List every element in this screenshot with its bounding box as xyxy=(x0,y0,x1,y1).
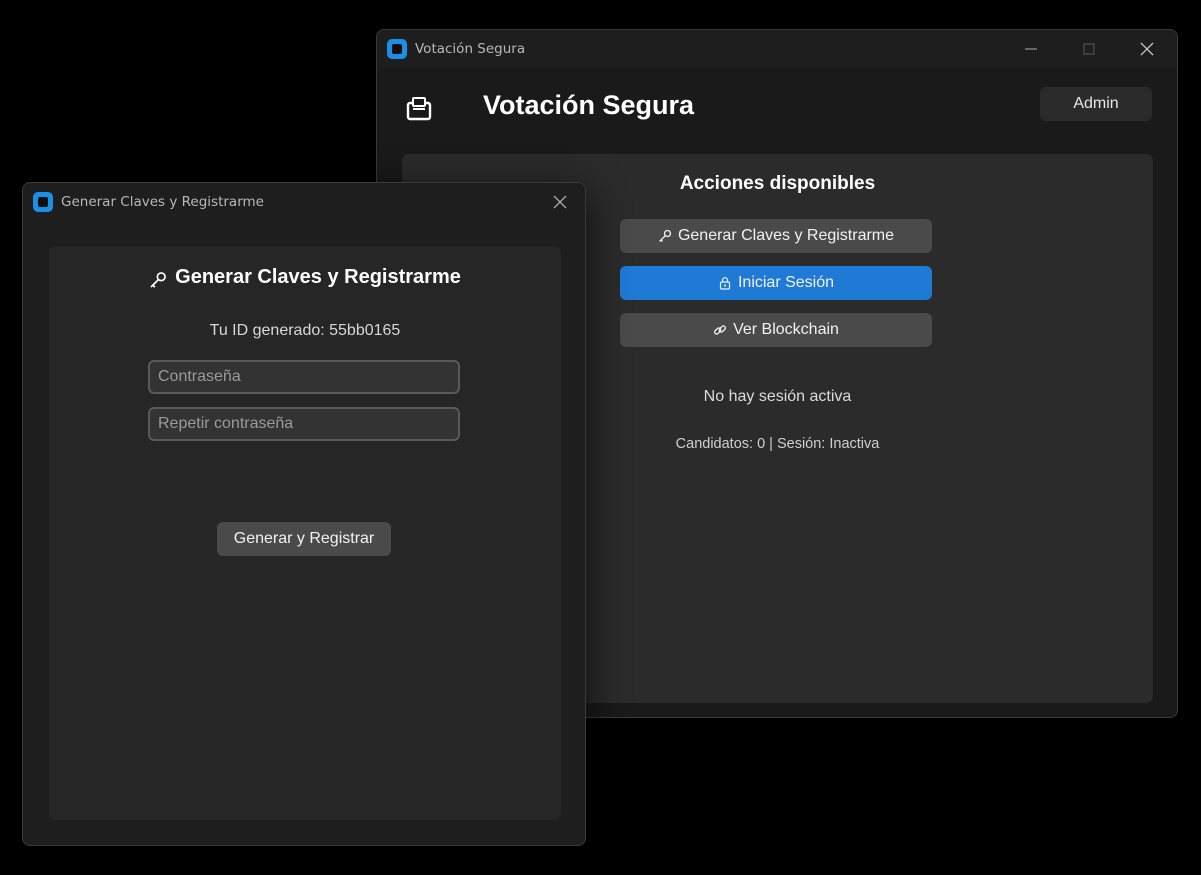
maximize-button[interactable] xyxy=(1060,30,1118,68)
register-dialog: Generar Claves y Registrarme Generar Cla… xyxy=(22,182,586,846)
generate-keys-button[interactable]: Generar Claves y Registrarme xyxy=(620,219,932,253)
app-icon xyxy=(387,39,407,59)
minimize-icon xyxy=(1025,48,1037,50)
header: Votación Segura Admin xyxy=(377,68,1177,150)
dialog-close-button[interactable] xyxy=(535,183,585,221)
key-icon xyxy=(150,272,167,288)
password-field[interactable] xyxy=(148,360,460,394)
maximize-icon xyxy=(1083,43,1095,55)
main-titlebar: Votación Segura xyxy=(377,30,1177,68)
view-blockchain-button[interactable]: Ver Blockchain xyxy=(620,313,932,347)
minimize-button[interactable] xyxy=(1002,30,1060,68)
link-icon xyxy=(714,325,727,335)
login-button[interactable]: Iniciar Sesión xyxy=(620,266,932,300)
dialog-panel: Generar Claves y Registrarme Tu ID gener… xyxy=(49,246,561,820)
view-blockchain-label: Ver Blockchain xyxy=(733,321,839,338)
repeat-password-field[interactable] xyxy=(148,407,460,441)
generated-id: Tu ID generado: 55bb0165 xyxy=(209,322,401,339)
lock-icon xyxy=(719,277,731,290)
admin-button[interactable]: Admin xyxy=(1040,87,1152,121)
generate-keys-label: Generar Claves y Registrarme xyxy=(677,227,895,244)
main-window-title: Votación Segura xyxy=(415,41,526,57)
login-label: Iniciar Sesión xyxy=(737,274,835,291)
dialog-heading: Generar Claves y Registrarme xyxy=(49,265,561,289)
close-icon xyxy=(553,195,567,209)
dialog-window-title: Generar Claves y Registrarme xyxy=(61,194,264,210)
ballot-box-icon xyxy=(406,97,432,121)
dialog-heading-text: Generar Claves y Registrarme xyxy=(175,265,461,288)
generate-register-button[interactable]: Generar y Registrar xyxy=(217,522,391,556)
dialog-titlebar: Generar Claves y Registrarme xyxy=(23,183,585,221)
page-title: Votación Segura xyxy=(483,90,695,120)
close-button[interactable] xyxy=(1118,30,1176,68)
key-icon xyxy=(658,229,672,243)
app-icon xyxy=(33,192,53,212)
close-icon xyxy=(1140,42,1154,56)
